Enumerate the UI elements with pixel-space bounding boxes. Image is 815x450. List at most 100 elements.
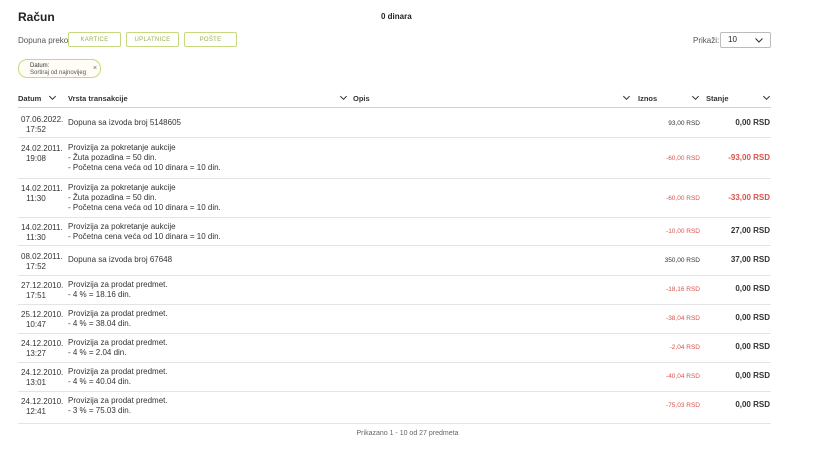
row-date: 14.02.2011. 11:30 <box>21 184 63 204</box>
row-date-day: 25.12.2010. <box>21 310 64 319</box>
row-amount: -10,00 RSD <box>666 228 700 235</box>
row-date: 07.06.2022. 17:52 <box>21 115 64 135</box>
chevron-down-icon[interactable] <box>691 93 700 102</box>
row-transaction-type: Provizija za pokretanje aukcije - Početna… <box>68 222 221 242</box>
row-date: 14.02.2011. 11:30 <box>21 223 63 243</box>
row-transaction-line: Dopuna sa izvoda broj 67648 <box>68 255 173 264</box>
row-divider <box>18 275 771 276</box>
row-transaction-line: - 4 % = 40.04 din. <box>68 377 131 386</box>
topup-post-button[interactable]: POŠTE <box>184 32 237 47</box>
row-transaction-line: Provizija za pokretanje aukcije <box>68 143 176 152</box>
row-date-day: 14.02.2011. <box>21 223 63 232</box>
row-date: 24.12.2010. 13:01 <box>21 368 64 388</box>
row-transaction-line: Provizija za prodat predmet. <box>68 280 168 289</box>
row-transaction-line: - Žuta pozadina = 50 din. <box>68 193 157 202</box>
row-date-time: 11:30 <box>26 194 46 203</box>
row-divider <box>18 137 771 138</box>
page-size-value: 10 <box>728 35 737 44</box>
row-date: 08.02.2011. 17:52 <box>21 252 63 272</box>
row-transaction-type: Dopuna sa izvoda broj 5148605 <box>68 118 181 128</box>
row-amount: -75,03 RSD <box>666 402 700 409</box>
row-transaction-type: Provizija za prodat predmet. - 4 % = 2.04… <box>68 338 168 358</box>
row-date: 24.12.2010. 12:41 <box>21 397 64 417</box>
row-balance: 0,00 RSD <box>735 400 770 409</box>
row-date: 24.02.2011. 19:08 <box>21 144 63 164</box>
row-divider <box>18 391 771 392</box>
chevron-down-icon[interactable] <box>762 93 771 102</box>
row-transaction-line: Provizija za pokretanje aukcije <box>68 222 176 231</box>
row-date-time: 17:52 <box>25 125 47 134</box>
row-transaction-line: - Početna cena veća od 10 dinara = 10 di… <box>68 203 221 212</box>
row-date: 24.12.2010. 13:27 <box>21 339 64 359</box>
row-amount: 93,00 RSD <box>668 120 700 127</box>
row-date-day: 07.06.2022. <box>21 115 64 124</box>
row-transaction-type: Provizija za prodat predmet. - 4 % = 38.0… <box>68 309 168 329</box>
row-amount: -2,04 RSD <box>669 344 700 351</box>
row-divider <box>18 245 771 246</box>
row-date-time: 13:27 <box>25 349 47 358</box>
row-balance: 37,00 RSD <box>730 255 770 264</box>
row-date-day: 24.02.2011. <box>21 144 63 153</box>
page-size-label: Prikaži: <box>693 36 720 45</box>
topup-payment-slip-button[interactable]: UPLATNICE <box>126 32 179 47</box>
column-header-amount[interactable]: Iznos <box>638 94 657 103</box>
filter-chip-value: Sortiraj od najnovijeg <box>30 70 87 76</box>
row-divider <box>18 217 771 218</box>
row-transaction-line: - 3 % = 75.03 din. <box>68 406 131 415</box>
row-divider <box>18 304 771 305</box>
filter-chip-label: Datum: <box>30 63 50 69</box>
row-divider <box>18 423 771 424</box>
row-amount: -40,04 RSD <box>666 373 700 380</box>
row-transaction-line: - 4 % = 18.16 din. <box>68 290 131 299</box>
row-date-time: 17:52 <box>25 262 47 271</box>
row-date-day: 24.12.2010. <box>21 368 64 377</box>
row-transaction-line: - Početna cena veća od 10 dinara = 10 di… <box>68 163 221 172</box>
column-header-date[interactable]: Datum <box>18 94 41 103</box>
account-balance: 0 dinara <box>381 12 412 21</box>
row-transaction-line: Provizija za prodat predmet. <box>68 367 168 376</box>
chevron-down-icon[interactable] <box>622 93 631 102</box>
row-date-day: 08.02.2011. <box>21 252 63 261</box>
topup-cards-button[interactable]: KARTICE <box>68 32 121 47</box>
table-header-divider <box>18 107 771 108</box>
row-balance: 0,00 RSD <box>735 284 770 293</box>
row-date-day: 24.12.2010. <box>21 339 64 348</box>
row-balance: 0,00 RSD <box>735 342 770 351</box>
row-amount: -60,00 RSD <box>666 195 700 202</box>
row-balance: 0,00 RSD <box>735 118 770 127</box>
page-title: Račun <box>18 10 55 24</box>
row-transaction-type: Provizija za prodat predmet. - 4 % = 18.1… <box>68 280 168 300</box>
page-size-select[interactable]: 10 <box>720 32 771 48</box>
row-date-day: 24.12.2010. <box>21 397 64 406</box>
chevron-down-icon[interactable] <box>339 93 348 102</box>
row-transaction-line: Provizija za prodat predmet. <box>68 338 168 347</box>
chevron-down-icon <box>754 35 764 45</box>
row-transaction-line: Provizija za prodat predmet. <box>68 396 168 405</box>
column-header-description[interactable]: Opis <box>353 94 370 103</box>
row-transaction-line: - 4 % = 2.04 din. <box>68 348 127 357</box>
row-transaction-line: - Žuta pozadina = 50 din. <box>68 153 157 162</box>
chevron-down-icon[interactable] <box>48 93 57 102</box>
row-balance: 27,00 RSD <box>730 226 770 235</box>
row-amount: -60,00 RSD <box>666 155 700 162</box>
row-balance: 0,00 RSD <box>735 313 770 322</box>
row-amount: 350,00 RSD <box>664 257 700 264</box>
pagination-summary: Prikazano 1 - 10 od 27 predmeta <box>356 430 459 437</box>
row-date-day: 14.02.2011. <box>21 184 63 193</box>
row-date: 25.12.2010. 10:47 <box>21 310 64 330</box>
row-transaction-type: Provizija za pokretanje aukcije - Žuta po… <box>68 183 221 213</box>
row-date-time: 17:51 <box>25 291 47 300</box>
row-date: 27.12.2010. 17:51 <box>21 281 63 301</box>
close-icon[interactable]: × <box>93 65 97 72</box>
column-header-balance[interactable]: Stanje <box>706 94 729 103</box>
row-amount: -18,16 RSD <box>666 286 700 293</box>
row-date-time: 11:30 <box>26 233 46 242</box>
row-divider <box>18 362 771 363</box>
row-transaction-type: Provizija za pokretanje aukcije - Žuta po… <box>68 143 221 173</box>
row-transaction-line: Provizija za pokretanje aukcije <box>68 183 176 192</box>
row-date-time: 19:08 <box>25 154 47 163</box>
row-transaction-line: Provizija za prodat predmet. <box>68 309 168 318</box>
row-date-time: 12:41 <box>25 407 47 416</box>
column-header-transaction-type[interactable]: Vrsta transakcije <box>68 94 128 103</box>
topup-label: Dopuna preko: <box>18 36 71 45</box>
